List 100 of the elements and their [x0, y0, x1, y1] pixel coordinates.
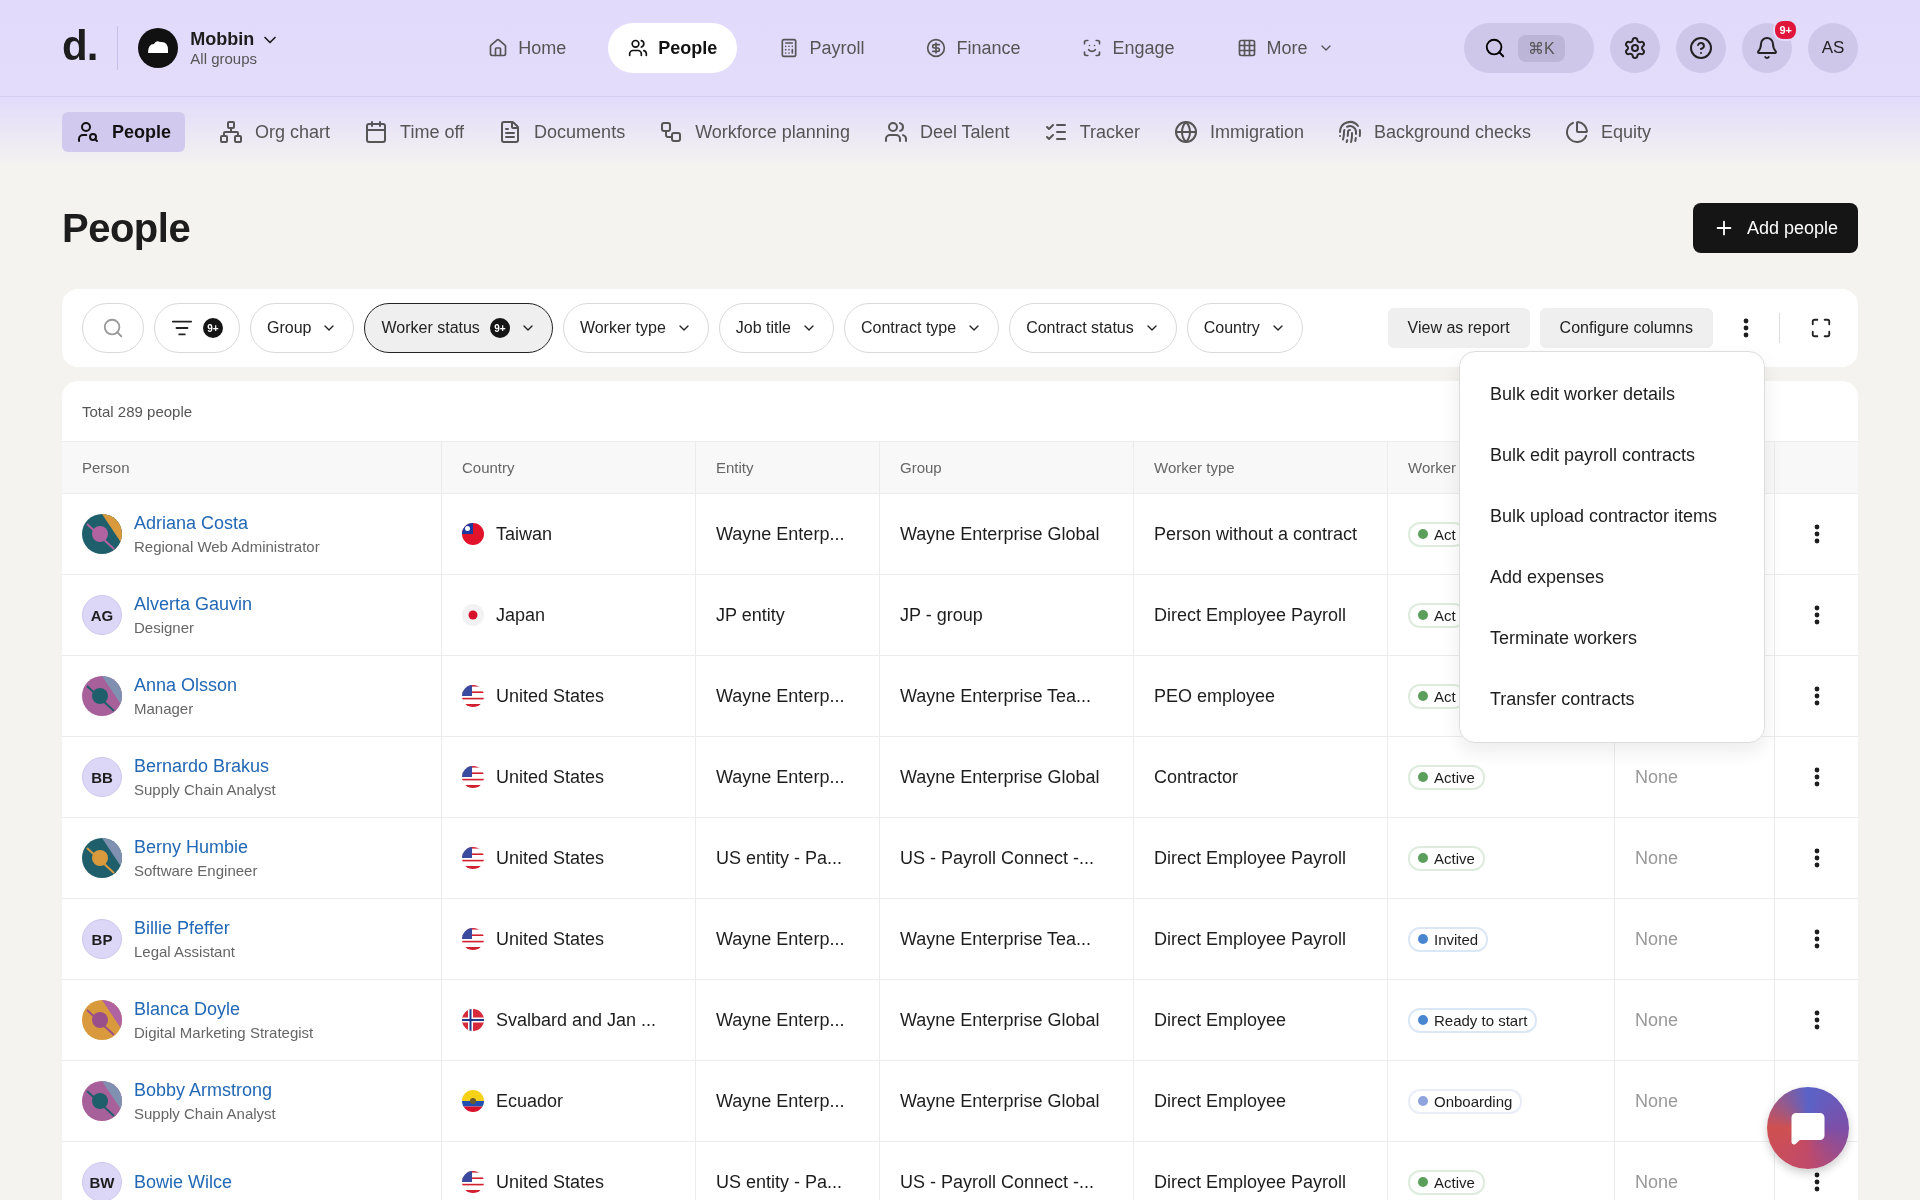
table-cell: Direct Employee [1154, 1090, 1287, 1112]
toolbar-button[interactable]: View as report [1387, 308, 1530, 348]
org-logo-icon [138, 28, 179, 68]
avatar: BP [82, 919, 122, 959]
table-cell: US - Payroll Connect -... [900, 1171, 1095, 1193]
flag-icon [462, 685, 484, 707]
add-people-button[interactable]: Add people [1692, 203, 1858, 253]
user-avatar[interactable]: AS [1808, 23, 1858, 73]
job-title: Designer [134, 619, 196, 636]
table-cell: Contractor [1154, 766, 1239, 788]
table-cell: None [1635, 1171, 1679, 1193]
filter-chip[interactable]: Job title [718, 303, 834, 353]
table-cell: United States [496, 1171, 605, 1193]
nav-tab[interactable]: Payroll [759, 23, 885, 73]
search-icon [102, 317, 124, 339]
filter-chip[interactable]: Group [250, 303, 355, 353]
table-cell: United States [496, 928, 605, 950]
status-badge: Invited [1408, 926, 1489, 952]
kebab-icon [1813, 1010, 1820, 1030]
menu-item[interactable]: Transfer contracts [1460, 669, 1764, 730]
logo[interactable]: d. [62, 26, 119, 70]
flag-icon [462, 604, 484, 626]
subnav-tab[interactable]: Immigration [1173, 112, 1304, 152]
person-link[interactable]: Billie Pfeffer [134, 918, 235, 939]
subnav-tab[interactable]: Documents [498, 112, 626, 152]
table-cell: None [1635, 1009, 1679, 1031]
person-link[interactable]: Blanca Doyle [134, 999, 314, 1020]
filter-chip[interactable]: Worker type [562, 303, 709, 353]
subnav-tab[interactable]: Deel Talent [883, 112, 1010, 152]
table-cell: United States [496, 766, 605, 788]
filter-button[interactable]: 9+ [154, 303, 240, 353]
user-search-icon [76, 120, 100, 144]
filter-chip[interactable]: Country [1186, 303, 1303, 353]
menu-item[interactable]: Bulk edit worker details [1460, 364, 1764, 425]
table-cell: Direct Employee Payroll [1154, 1171, 1347, 1193]
filter-chip[interactable]: Contract status [1009, 303, 1177, 353]
nav-tab[interactable]: More [1216, 23, 1354, 73]
help-button[interactable] [1676, 23, 1726, 73]
menu-item[interactable]: Terminate workers [1460, 608, 1764, 669]
table-cell: Svalbard and Jan ... [496, 1009, 657, 1031]
kebab-icon [1813, 929, 1820, 949]
count-badge: 9+ [489, 318, 510, 338]
avatar: BB [82, 757, 122, 797]
table-cell: Japan [496, 604, 546, 626]
kebab-icon [1813, 767, 1820, 787]
status-badge: Active [1408, 845, 1485, 871]
status-badge: Active [1408, 1169, 1485, 1195]
table-cell: None [1635, 766, 1679, 788]
avatar-drawing [82, 676, 122, 716]
nav-tab[interactable]: Home [468, 23, 587, 73]
notification-badge: 9+ [1773, 19, 1798, 41]
menu-item[interactable]: Bulk edit payroll contracts [1460, 425, 1764, 486]
subnav-tab[interactable]: Equity [1565, 112, 1652, 152]
table-cell: Wayne Enterp... [716, 1090, 845, 1112]
status-badge: Onboarding [1408, 1088, 1523, 1114]
subnav-tab[interactable]: Background checks [1338, 112, 1532, 152]
table-cell: Taiwan [496, 523, 553, 545]
kebab-icon [1743, 318, 1749, 338]
person-link[interactable]: Adriana Costa [134, 513, 320, 534]
subnav-tab[interactable]: Time off [364, 112, 465, 152]
person-link[interactable]: Bowie Wilce [134, 1171, 233, 1193]
users-icon [628, 38, 649, 58]
subnav-tab[interactable]: Org chart [219, 112, 331, 152]
filter-chip[interactable]: Worker status 9+ [364, 303, 553, 353]
table-cell: Direct Employee Payroll [1154, 928, 1347, 950]
toolbar-button[interactable]: Configure columns [1539, 308, 1713, 348]
job-title: Legal Assistant [134, 943, 235, 960]
subnav-tab[interactable]: Tracker [1043, 112, 1140, 152]
calendar-icon [364, 120, 389, 144]
table-cell: Wayne Enterp... [716, 928, 845, 950]
page-title: People [62, 205, 191, 251]
table-cell: Wayne Enterprise Global [900, 1090, 1100, 1112]
table-cell: Wayne Enterprise Global [900, 523, 1100, 545]
menu-item[interactable]: Bulk upload contractor items [1460, 486, 1764, 547]
person-link[interactable]: Bobby Armstrong [134, 1080, 276, 1101]
job-title: Supply Chain Analyst [134, 781, 276, 798]
avatar-drawing [82, 1081, 122, 1121]
nav-tab[interactable]: Finance [906, 23, 1041, 73]
table-cell: United States [496, 685, 605, 707]
avatar-drawing [82, 838, 122, 878]
subnav-tab[interactable]: Workforce planning [659, 112, 850, 152]
person-link[interactable]: Berny Humbie [134, 837, 258, 858]
workflow-icon [659, 120, 684, 144]
search-button[interactable]: ⌘K [1464, 23, 1594, 73]
person-link[interactable]: Alverta Gauvin [134, 594, 253, 615]
table-cell: None [1635, 928, 1679, 950]
pie-chart-icon [1565, 120, 1590, 144]
person-link[interactable]: Anna Olsson [134, 675, 238, 696]
flag-icon [462, 1171, 484, 1193]
avatar-drawing [82, 514, 122, 554]
filter-chip[interactable]: Contract type [843, 303, 1000, 353]
person-link[interactable]: Bernardo Brakus [134, 756, 276, 777]
nav-tab[interactable]: People [608, 23, 738, 73]
bell-icon [1755, 36, 1779, 60]
org-switcher[interactable]: Mobbin [190, 29, 281, 50]
menu-item[interactable]: Add expenses [1460, 547, 1764, 608]
settings-button[interactable] [1610, 23, 1660, 73]
flag-icon [462, 1009, 484, 1031]
nav-tab[interactable]: Engage [1062, 23, 1195, 73]
subnav-tab[interactable]: People [62, 112, 186, 152]
